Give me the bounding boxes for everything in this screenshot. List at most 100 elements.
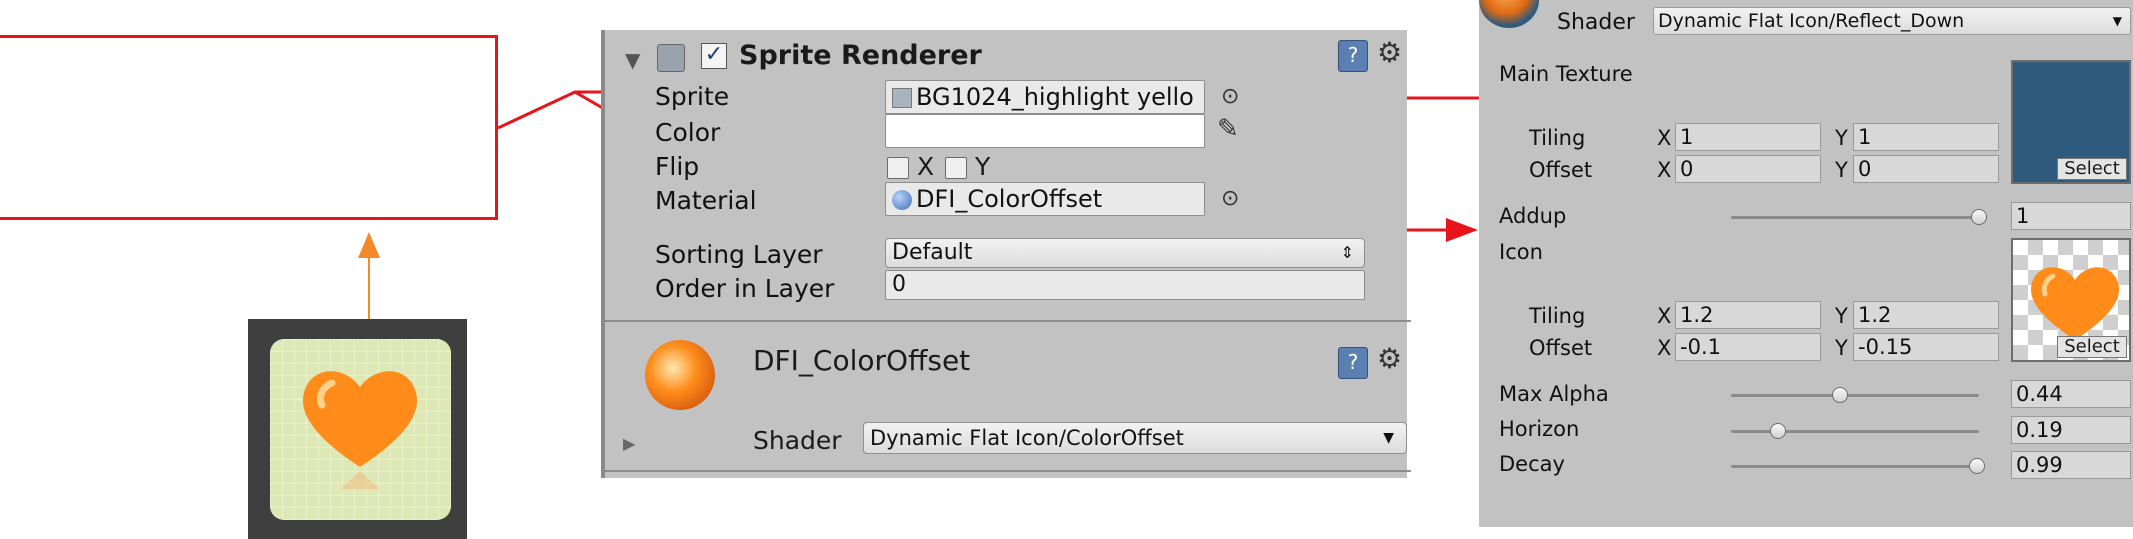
- icon-offset-x-label: X: [1657, 336, 1672, 360]
- icon-offset-x-value: -0.1: [1680, 335, 1721, 359]
- material-properties-panel: Shader Dynamic Flat Icon/Reflect_Down ▼ …: [1479, 0, 2133, 527]
- order-in-layer-value: 0: [892, 272, 906, 297]
- material-shader-dropdown[interactable]: Dynamic Flat Icon/ColorOffset ▼: [863, 422, 1407, 454]
- main-offset-y-field[interactable]: 0: [1853, 155, 1999, 183]
- material-shader-label: Shader: [753, 426, 842, 455]
- icon-label: Icon: [1499, 240, 1543, 264]
- sprite-renderer-inspector: ▼ ✓ Sprite Renderer ? ⚙ Sprite BG1024_hi…: [601, 30, 1411, 478]
- main-offset-label: Offset: [1529, 158, 1593, 182]
- addup-slider-thumb[interactable]: [1971, 209, 1987, 225]
- decay-field[interactable]: 0.99: [2011, 451, 2131, 479]
- addup-value: 1: [2016, 204, 2030, 228]
- material-picker-icon[interactable]: ⊙: [1221, 186, 1239, 211]
- sorting-layer-value: Default: [892, 240, 973, 265]
- main-tiling-y-label: Y: [1835, 126, 1848, 150]
- material-help-icon[interactable]: ?: [1338, 347, 1368, 379]
- icon-tiling-y-field[interactable]: 1.2: [1853, 301, 1999, 329]
- main-offset-x-value: 0: [1680, 157, 1694, 181]
- horizon-field[interactable]: 0.19: [2011, 416, 2131, 444]
- max-alpha-slider-track[interactable]: [1731, 394, 1979, 397]
- icon-tiling-x-field[interactable]: 1.2: [1675, 301, 1821, 329]
- heart-icon: [302, 371, 418, 489]
- icon-tiling-x-label: X: [1657, 304, 1672, 328]
- main-tiling-x-value: 1: [1680, 125, 1694, 149]
- flip-y-checkbox[interactable]: Y: [945, 152, 990, 181]
- icon-offset-y-field[interactable]: -0.15: [1853, 333, 1999, 361]
- order-in-layer-field[interactable]: 0: [885, 270, 1365, 300]
- panel-material-preview-icon: [1479, 0, 1539, 28]
- decay-value: 0.99: [2016, 453, 2063, 477]
- color-field[interactable]: [885, 114, 1205, 148]
- sprite-asset-icon: [892, 88, 912, 108]
- foldout-arrow-icon[interactable]: ▼: [625, 48, 640, 72]
- chevron-down-icon: ▼: [1383, 430, 1394, 446]
- sorting-layer-dropdown[interactable]: Default ⇕: [885, 238, 1365, 268]
- decay-slider-thumb[interactable]: [1968, 458, 1985, 474]
- dropdown-arrows-icon: ⇕: [1340, 243, 1354, 262]
- main-tiling-x-label: X: [1657, 126, 1672, 150]
- material-name: DFI_ColorOffset: [753, 344, 971, 377]
- gear-icon[interactable]: ⚙: [1377, 36, 1405, 69]
- horizon-value: 0.19: [2016, 418, 2063, 442]
- panel-shader-value: Dynamic Flat Icon/Reflect_Down: [1658, 10, 1965, 32]
- order-in-layer-label: Order in Layer: [655, 274, 835, 303]
- addup-label: Addup: [1499, 204, 1567, 228]
- main-offset-x-field[interactable]: 0: [1675, 155, 1821, 183]
- component-title: Sprite Renderer: [739, 40, 982, 71]
- flip-x-checkbox[interactable]: X: [887, 152, 934, 181]
- main-offset-y-value: 0: [1858, 157, 1872, 181]
- addup-field[interactable]: 1: [2011, 202, 2131, 230]
- icon-offset-label: Offset: [1529, 336, 1593, 360]
- panel-shader-label: Shader: [1557, 10, 1635, 35]
- max-alpha-slider-thumb[interactable]: [1832, 387, 1849, 403]
- icon-offset-y-label: Y: [1835, 336, 1848, 360]
- material-field[interactable]: DFI_ColorOffset: [885, 182, 1205, 216]
- max-alpha-field[interactable]: 0.44: [2011, 380, 2131, 408]
- flip-label: Flip: [655, 152, 700, 181]
- eyedropper-icon[interactable]: ✎: [1217, 114, 1239, 144]
- icon-texture-slot[interactable]: Select: [2011, 238, 2131, 362]
- component-icon: [657, 44, 685, 72]
- icon-offset-y-value: -0.15: [1858, 335, 1913, 359]
- sprite-picker-icon[interactable]: ⊙: [1221, 84, 1239, 109]
- horizon-slider-thumb[interactable]: [1770, 423, 1787, 439]
- max-alpha-value: 0.44: [2016, 382, 2063, 406]
- material-preview-icon: [645, 340, 715, 410]
- preview-tile: [270, 339, 451, 520]
- main-tiling-y-field[interactable]: 1: [1853, 123, 1999, 151]
- main-tiling-label: Tiling: [1529, 126, 1586, 150]
- material-foldout-icon[interactable]: ▶: [623, 434, 635, 453]
- help-icon[interactable]: ?: [1338, 40, 1368, 72]
- panel-shader-dropdown[interactable]: Dynamic Flat Icon/Reflect_Down ▼: [1653, 7, 2131, 35]
- color-label: Color: [655, 118, 721, 147]
- horizon-slider-track[interactable]: [1731, 430, 1979, 433]
- sorting-layer-label: Sorting Layer: [655, 240, 823, 269]
- main-texture-label: Main Texture: [1499, 62, 1633, 86]
- material-gear-icon[interactable]: ⚙: [1377, 342, 1405, 375]
- main-texture-select-button[interactable]: Select: [2057, 158, 2127, 180]
- max-alpha-label: Max Alpha: [1499, 382, 1609, 406]
- flip-y-label: Y: [974, 152, 991, 181]
- main-offset-x-label: X: [1657, 158, 1672, 182]
- icon-tiling-x-value: 1.2: [1680, 303, 1714, 327]
- addup-slider-track[interactable]: [1731, 216, 1979, 219]
- main-texture-slot[interactable]: Select: [2011, 60, 2131, 184]
- main-offset-y-label: Y: [1835, 158, 1848, 182]
- horizon-label: Horizon: [1499, 417, 1580, 441]
- icon-select-button[interactable]: Select: [2057, 336, 2127, 358]
- sprite-value: BG1024_highlight yello: [916, 83, 1194, 111]
- flip-x-label: X: [916, 152, 935, 181]
- sprite-preview: [248, 319, 467, 539]
- icon-offset-x-field[interactable]: -0.1: [1675, 333, 1821, 361]
- sprite-field[interactable]: BG1024_highlight yello: [885, 80, 1205, 114]
- icon-tiling-y-label: Y: [1835, 304, 1848, 328]
- decay-slider-track[interactable]: [1731, 465, 1979, 468]
- sprite-label: Sprite: [655, 82, 730, 111]
- material-sphere-icon: [892, 190, 912, 210]
- main-tiling-x-field[interactable]: 1: [1675, 123, 1821, 151]
- panel-chevron-down-icon: ▼: [2112, 14, 2122, 28]
- material-value: DFI_ColorOffset: [916, 185, 1103, 213]
- icon-tiling-label: Tiling: [1529, 304, 1586, 328]
- component-enabled-checkbox[interactable]: ✓: [701, 43, 727, 69]
- material-shader-value: Dynamic Flat Icon/ColorOffset: [870, 426, 1184, 450]
